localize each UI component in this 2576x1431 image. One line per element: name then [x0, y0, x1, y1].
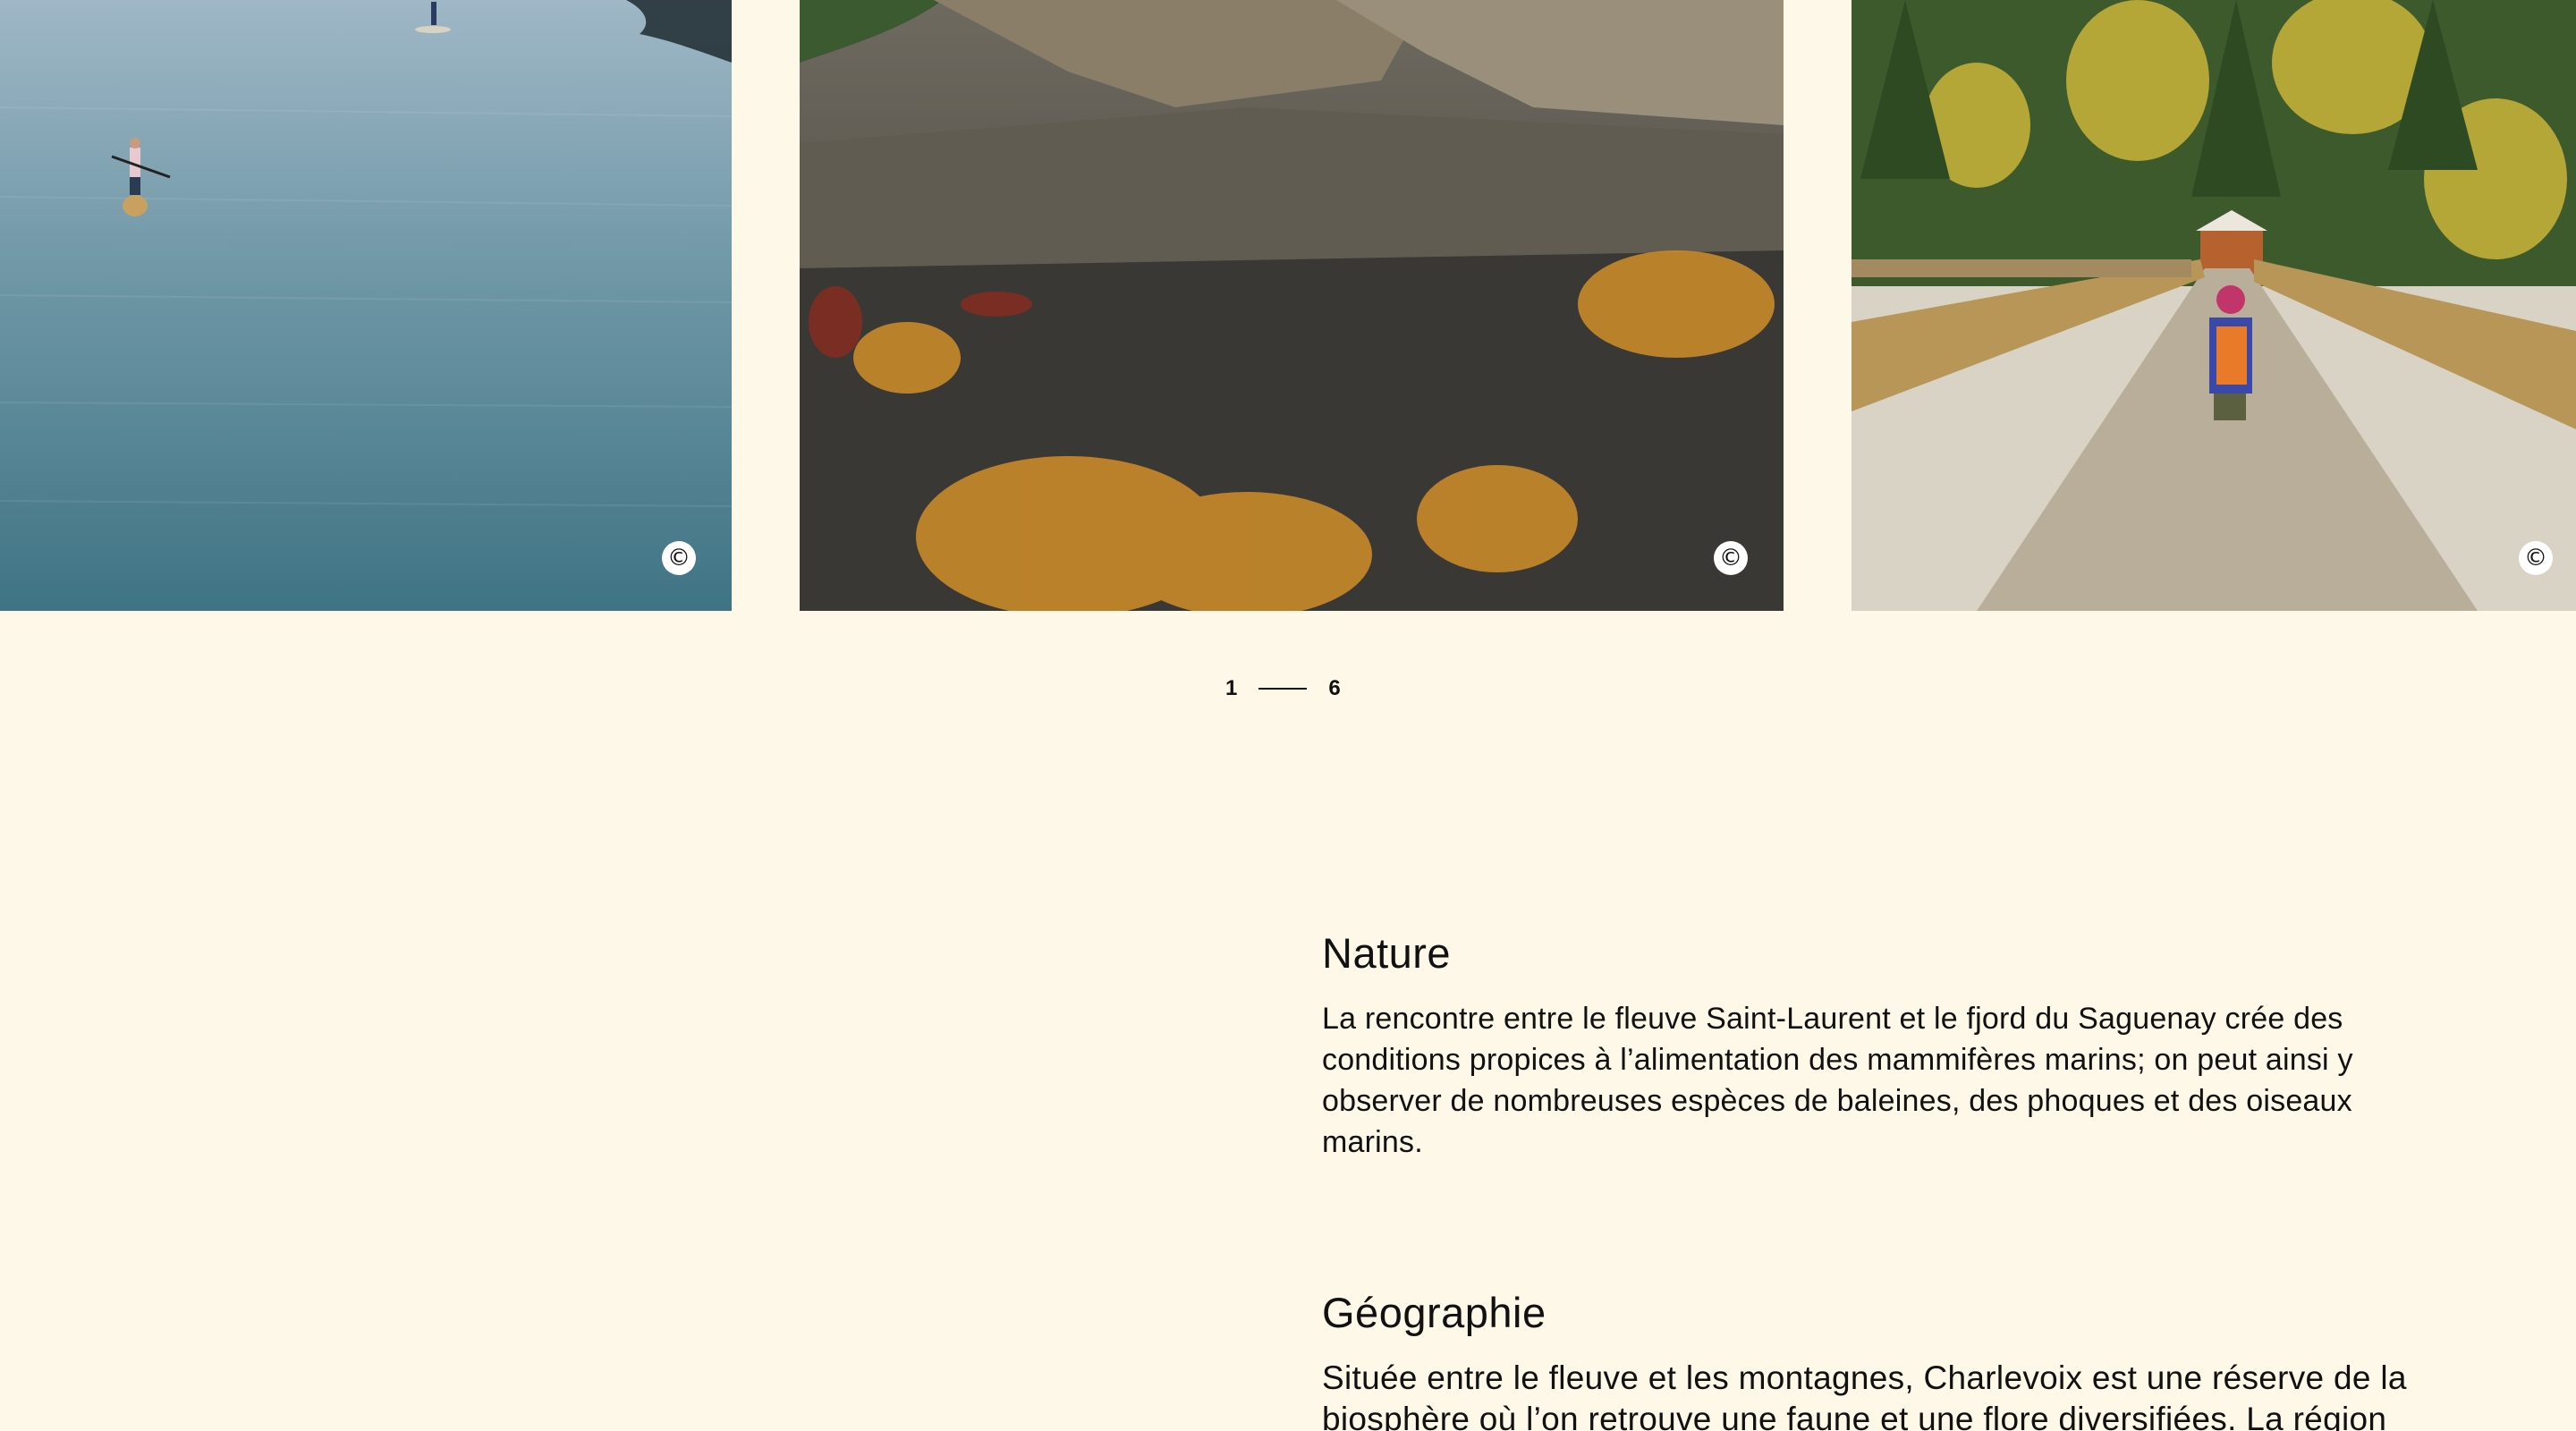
- section-title: Géographie: [1322, 1289, 1546, 1336]
- section-title: Nature: [1322, 929, 1452, 977]
- section-body: La rencontre entre le fleuve Saint-Laure…: [1322, 1002, 2353, 1159]
- geography-section: Géographie Située entre le fleuve et les…: [1322, 1286, 2440, 1431]
- page: © © © 1 6 Nature La rencontre entre le f…: [0, 0, 2576, 1431]
- carousel-slide-3[interactable]: ©: [1852, 0, 2576, 611]
- nature-section: Nature La rencontre entre le fleuve Sain…: [1322, 927, 2440, 1163]
- copyright-button[interactable]: ©: [662, 541, 696, 575]
- copyright-button[interactable]: ©: [1714, 541, 1748, 575]
- hiker-bridge-photo: [1852, 0, 2576, 611]
- section-body: Située entre le fleuve et les montagnes,…: [1322, 1359, 2407, 1431]
- carousel-pager: 1 6: [1225, 676, 1341, 701]
- rocky-summit-photo: [800, 0, 1784, 611]
- pager-current: 1: [1225, 676, 1238, 700]
- carousel-slide-1[interactable]: ©: [0, 0, 732, 611]
- copyright-button[interactable]: ©: [2519, 541, 2553, 575]
- pager-total: 6: [1328, 676, 1341, 700]
- carousel-slide-2[interactable]: ©: [800, 0, 1784, 611]
- pager-progress-line: [1258, 688, 1308, 690]
- paddleboard-photo: [0, 0, 732, 611]
